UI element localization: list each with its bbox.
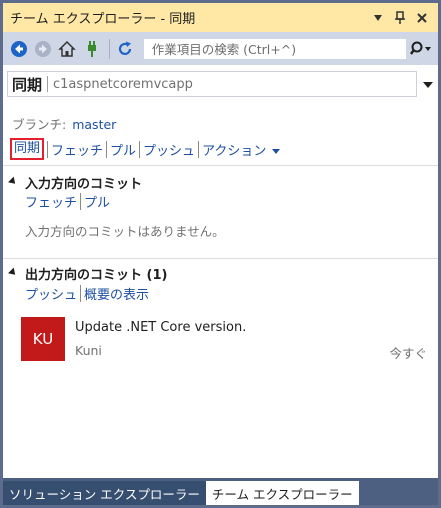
caret-down-icon (272, 148, 281, 154)
pull-link[interactable]: プル (110, 140, 136, 159)
refresh-icon[interactable] (114, 38, 135, 60)
outgoing-links: プッシュ 概要の表示 (25, 284, 149, 303)
link-separator (80, 193, 82, 210)
page-selector[interactable]: 同期 c1aspnetcoremvcapp (7, 71, 417, 97)
push-link[interactable]: プッシュ (143, 140, 195, 159)
tab-solution-explorer[interactable]: ソリューション エクスプローラー (3, 481, 206, 505)
repository-name: c1aspnetcoremvcapp (53, 76, 193, 92)
commit-author: Kuni (75, 343, 102, 358)
branch-link[interactable]: master (72, 117, 116, 132)
tab-team-explorer[interactable]: チーム エクスプローラー (205, 481, 359, 505)
link-separator (106, 140, 108, 158)
team-explorer-panel: 作業項目の検索 (Ctrl+^) 同期 c1aspnetcoremvcapp ブ… (3, 32, 438, 478)
actions-menu-link[interactable]: アクション (202, 140, 281, 159)
divider (3, 258, 438, 259)
link-separator (198, 140, 200, 158)
toolbar: 作業項目の検索 (Ctrl+^) (3, 32, 438, 65)
title-bar: チーム エクスプローラー - 同期 (3, 3, 438, 32)
home-icon[interactable] (57, 38, 78, 60)
link-separator (80, 285, 82, 302)
avatar: KU (21, 317, 65, 361)
page-title: 同期 (12, 75, 43, 94)
collapse-triangle-icon[interactable] (8, 176, 18, 187)
incoming-fetch-link[interactable]: フェッチ (25, 192, 77, 211)
back-icon[interactable] (8, 38, 29, 60)
divider (3, 165, 438, 166)
action-links: 同期 フェッチ プル プッシュ アクション (10, 138, 281, 160)
close-icon[interactable] (414, 10, 430, 26)
outgoing-commits-title: 出力方向のコミット (1) (25, 268, 168, 283)
header-divider (47, 76, 49, 92)
fetch-link[interactable]: フェッチ (51, 140, 103, 159)
search-placeholder: 作業項目の検索 (Ctrl+^) (151, 42, 297, 57)
search-icon[interactable] (407, 41, 438, 57)
actions-menu-label: アクション (202, 143, 267, 159)
collapse-triangle-icon[interactable] (8, 267, 18, 278)
incoming-commits-header[interactable]: 入力方向のコミット (8, 173, 143, 192)
incoming-pull-link[interactable]: プル (84, 192, 110, 211)
link-separator (47, 140, 49, 158)
tab-label: ソリューション エクスプローラー (9, 486, 200, 502)
work-item-search-input[interactable]: 作業項目の検索 (Ctrl+^) (142, 37, 407, 60)
pin-icon[interactable] (392, 10, 408, 26)
incoming-commits-title: 入力方向のコミット (25, 177, 143, 192)
window-title: チーム エクスプローラー - 同期 (10, 12, 196, 27)
commit-item[interactable]: KU Update .NET Core version. Kuni 今すぐ (21, 317, 435, 363)
toolbar-separator (109, 38, 111, 59)
tab-label: チーム エクスプローラー (211, 486, 353, 502)
sync-link[interactable]: 同期 (10, 138, 45, 160)
view-summary-link[interactable]: 概要の表示 (84, 284, 149, 303)
tab-bar: ソリューション エクスプローラー チーム エクスプローラー (3, 478, 438, 505)
outgoing-push-link[interactable]: プッシュ (25, 284, 77, 303)
forward-icon[interactable] (32, 38, 53, 60)
dropdown-menu-icon[interactable] (370, 10, 386, 26)
link-separator (139, 140, 141, 158)
chevron-down-icon[interactable] (418, 76, 438, 94)
commit-time: 今すぐ (389, 346, 427, 361)
branch-info: ブランチ: master (12, 114, 116, 133)
incoming-links: フェッチ プル (25, 192, 110, 211)
incoming-empty-message: 入力方向のコミットはありません。 (25, 224, 225, 239)
connect-plug-icon[interactable] (81, 38, 102, 60)
commit-message: Update .NET Core version. (75, 320, 247, 335)
outgoing-commits-header[interactable]: 出力方向のコミット (1) (8, 264, 168, 283)
branch-label: ブランチ: (12, 117, 67, 132)
